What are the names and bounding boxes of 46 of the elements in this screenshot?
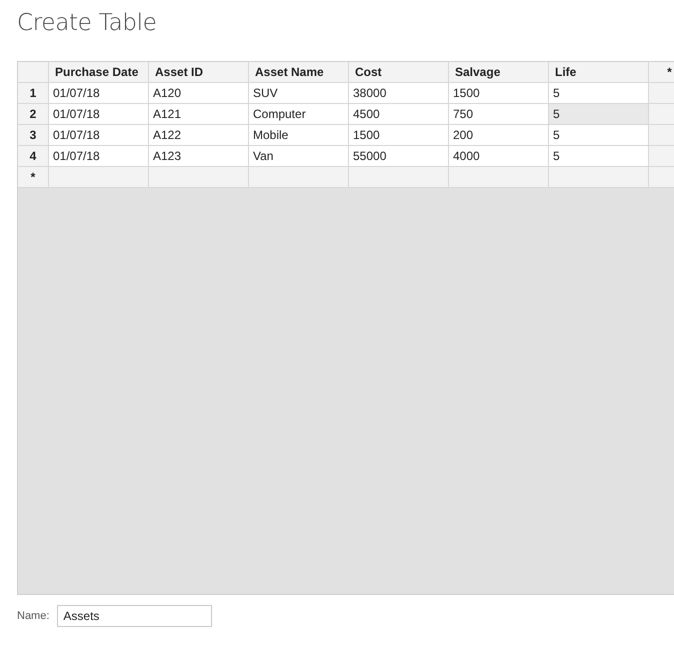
add-column-marker[interactable]: * (667, 65, 672, 79)
column-header[interactable]: Purchase Date (49, 62, 149, 83)
name-input[interactable]: Assets (57, 605, 212, 627)
table-cell[interactable]: 5 (549, 104, 649, 125)
table-cell[interactable]: Computer (249, 104, 349, 125)
table-cell[interactable]: A122 (149, 125, 249, 146)
table-cell[interactable]: Van (249, 146, 349, 167)
table-cell[interactable]: Mobile (249, 125, 349, 146)
column-header[interactable]: Life (549, 62, 649, 83)
new-row-cell[interactable] (449, 167, 549, 188)
table-cell[interactable]: 01/07/18 (49, 83, 149, 104)
row-number[interactable]: 3 (18, 125, 49, 146)
table-cell[interactable]: 5 (549, 146, 649, 167)
table-cell[interactable]: A121 (149, 104, 249, 125)
table-cell[interactable]: A120 (149, 83, 249, 104)
new-row-cell[interactable] (549, 167, 649, 188)
table-cell[interactable]: 5 (549, 125, 649, 146)
table-cell[interactable]: 200 (449, 125, 549, 146)
table-cell[interactable]: 55000 (349, 146, 449, 167)
page-title: Create Table (17, 10, 158, 36)
row-number[interactable]: 1 (18, 83, 49, 104)
table-cell[interactable]: 5 (549, 83, 649, 104)
corner-cell[interactable] (18, 62, 49, 83)
table-cell[interactable]: 01/07/18 (49, 104, 149, 125)
table-cell[interactable]: 4000 (449, 146, 549, 167)
row-number[interactable]: 2 (18, 104, 49, 125)
column-header[interactable]: Asset ID (149, 62, 249, 83)
table-cell[interactable]: SUV (249, 83, 349, 104)
new-row-cell[interactable] (49, 167, 149, 188)
new-row-cell[interactable] (249, 167, 349, 188)
table-cell[interactable]: 01/07/18 (49, 146, 149, 167)
table-cell[interactable]: 1500 (449, 83, 549, 104)
table-cell[interactable]: 750 (449, 104, 549, 125)
table-cell[interactable]: A123 (149, 146, 249, 167)
column-header[interactable]: Salvage (449, 62, 549, 83)
column-header[interactable]: Asset Name (249, 62, 349, 83)
name-label: Name: (17, 610, 50, 622)
row-number[interactable]: 4 (18, 146, 49, 167)
new-row-cell[interactable] (149, 167, 249, 188)
table-cell[interactable]: 38000 (349, 83, 449, 104)
table-cell[interactable]: 1500 (349, 125, 449, 146)
new-row-marker[interactable]: * (18, 167, 49, 188)
table-cell[interactable]: 4500 (349, 104, 449, 125)
table-cell[interactable]: 01/07/18 (49, 125, 149, 146)
new-row-cell[interactable] (349, 167, 449, 188)
column-header[interactable]: Cost (349, 62, 449, 83)
